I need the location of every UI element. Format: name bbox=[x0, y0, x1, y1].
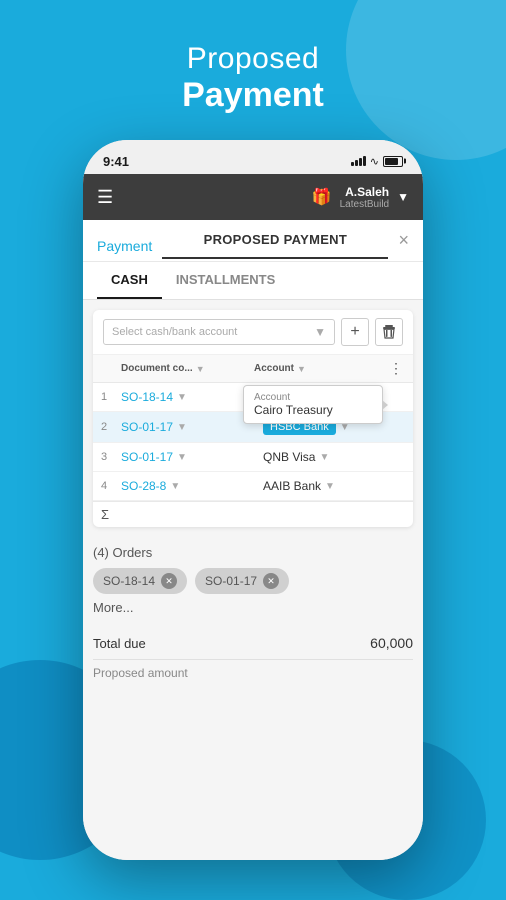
header-payment: Payment bbox=[0, 76, 506, 115]
page-header: Payment PROPOSED PAYMENT × bbox=[83, 220, 423, 262]
row-arrow-4: ▼ bbox=[170, 481, 180, 492]
total-due-label: Total due bbox=[93, 636, 146, 651]
row-arrow-2: ▼ bbox=[177, 422, 187, 433]
select-arrow-icon: ▼ bbox=[314, 325, 326, 339]
select-row: Select cash/bank account ▼ + bbox=[93, 310, 413, 355]
order-tag-close-2[interactable]: ✕ bbox=[263, 573, 279, 589]
row-doc-4: SO-28-8 ▼ bbox=[121, 479, 263, 493]
menu-icon[interactable]: ☰ bbox=[97, 187, 113, 208]
row-number: 1 bbox=[101, 391, 121, 403]
orders-section: (4) Orders SO-18-14 ✕ SO-01-17 ✕ More... bbox=[83, 537, 423, 621]
nav-center: 🎁 A.Saleh LatestBuild ▼ bbox=[312, 185, 409, 210]
total-due-value: 60,000 bbox=[370, 635, 413, 651]
user-name: A.Saleh bbox=[340, 185, 389, 199]
row-arrow-1: ▼ bbox=[177, 392, 187, 403]
row-doc-2: SO-01-17 ▼ bbox=[121, 420, 263, 434]
page-title: PROPOSED PAYMENT bbox=[162, 232, 388, 259]
tooltip-arrow bbox=[382, 400, 388, 410]
table-header: Document co... ▼ Account ▼ ⋮ bbox=[93, 355, 413, 383]
tab-installments[interactable]: INSTALLMENTS bbox=[162, 262, 289, 299]
page-back-link[interactable]: Payment bbox=[97, 238, 152, 254]
row-number: 3 bbox=[101, 451, 121, 463]
account-arrow-3: ▼ bbox=[319, 452, 329, 463]
sigma-row: Σ bbox=[93, 501, 413, 527]
order-tag-2: SO-01-17 ✕ bbox=[195, 568, 289, 594]
close-button[interactable]: × bbox=[398, 230, 409, 261]
doc-link-2[interactable]: SO-01-17 bbox=[121, 420, 173, 434]
account-filter-icon[interactable]: ▼ bbox=[297, 364, 306, 374]
signal-icon bbox=[351, 156, 366, 166]
doc-link-1[interactable]: SO-18-14 bbox=[121, 390, 173, 404]
account-text-4: AAIB Bank bbox=[263, 479, 321, 493]
row-doc-1: SO-18-14 ▼ bbox=[121, 390, 263, 404]
header-proposed: Proposed bbox=[0, 42, 506, 76]
row-arrow-3: ▼ bbox=[177, 452, 187, 463]
row-number: 4 bbox=[101, 480, 121, 492]
th-more-icon[interactable]: ⋮ bbox=[387, 360, 405, 377]
order-tag-close-1[interactable]: ✕ bbox=[161, 573, 177, 589]
proposed-amount-row: Proposed amount bbox=[93, 660, 413, 680]
header-section: Proposed Payment bbox=[0, 42, 506, 115]
total-section: Total due 60,000 Proposed amount bbox=[83, 625, 423, 686]
account-tooltip: Account Cairo Treasury bbox=[243, 385, 383, 424]
nav-bar: ☰ 🎁 A.Saleh LatestBuild ▼ bbox=[83, 174, 423, 220]
th-account: Account ▼ bbox=[254, 363, 387, 374]
tabs-bar: CASH INSTALLMENTS bbox=[83, 262, 423, 300]
total-due-row: Total due 60,000 bbox=[93, 635, 413, 660]
row-doc-3: SO-01-17 ▼ bbox=[121, 450, 263, 464]
delete-button[interactable] bbox=[375, 318, 403, 346]
app-content: ☰ 🎁 A.Saleh LatestBuild ▼ Payment PROPOS… bbox=[83, 174, 423, 860]
doc-link-3[interactable]: SO-01-17 bbox=[121, 450, 173, 464]
account-text-3: QNB Visa bbox=[263, 450, 315, 464]
clock: 9:41 bbox=[103, 154, 129, 169]
phone-frame: 9:41 ∿ ☰ 🎁 A.Saleh LatestBuild ▼ bbox=[83, 140, 423, 860]
table-row: 4 SO-28-8 ▼ AAIB Bank ▼ bbox=[93, 472, 413, 501]
th-document: Document co... ▼ bbox=[121, 363, 254, 374]
doc-filter-icon[interactable]: ▼ bbox=[196, 364, 205, 374]
tab-cash[interactable]: CASH bbox=[97, 262, 162, 299]
doc-link-4[interactable]: SO-28-8 bbox=[121, 479, 166, 493]
order-tag-label-2: SO-01-17 bbox=[205, 574, 257, 588]
order-tag-label-1: SO-18-14 bbox=[103, 574, 155, 588]
status-icons: ∿ bbox=[351, 155, 403, 168]
cash-account-select[interactable]: Select cash/bank account ▼ bbox=[103, 319, 335, 345]
add-button[interactable]: + bbox=[341, 318, 369, 346]
row-number: 2 bbox=[101, 421, 121, 433]
table-row: 1 SO-18-14 ▼ Cairo Treasury ▼ Account Ca… bbox=[93, 383, 413, 412]
main-card: Select cash/bank account ▼ + bbox=[93, 310, 413, 527]
tooltip-value: Cairo Treasury bbox=[254, 403, 333, 417]
nav-dropdown-icon[interactable]: ▼ bbox=[397, 190, 409, 204]
battery-icon bbox=[383, 156, 403, 167]
account-arrow-4: ▼ bbox=[325, 481, 335, 492]
user-sub: LatestBuild bbox=[340, 199, 389, 210]
orders-count: (4) Orders bbox=[93, 545, 413, 560]
gift-icon: 🎁 bbox=[312, 187, 332, 207]
row-account-4: AAIB Bank ▼ bbox=[263, 479, 405, 493]
row-account-3: QNB Visa ▼ bbox=[263, 450, 405, 464]
more-link[interactable]: More... bbox=[93, 600, 413, 615]
wifi-icon: ∿ bbox=[370, 155, 379, 168]
orders-tags: SO-18-14 ✕ SO-01-17 ✕ bbox=[93, 568, 413, 594]
table-row: 3 SO-01-17 ▼ QNB Visa ▼ bbox=[93, 443, 413, 472]
select-placeholder: Select cash/bank account bbox=[112, 326, 237, 338]
order-tag-1: SO-18-14 ✕ bbox=[93, 568, 187, 594]
user-info: A.Saleh LatestBuild bbox=[340, 185, 389, 210]
proposed-amount-label: Proposed amount bbox=[93, 666, 188, 680]
status-bar: 9:41 ∿ bbox=[83, 140, 423, 174]
tooltip-label: Account bbox=[254, 392, 372, 403]
